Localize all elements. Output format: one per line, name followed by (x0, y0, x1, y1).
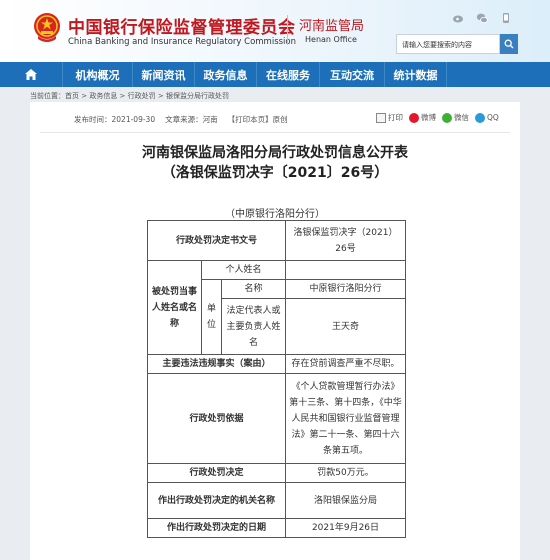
wechat-icon[interactable] (476, 12, 488, 24)
nav-item-statistics[interactable]: 统计数据 (384, 62, 446, 87)
share-qq[interactable]: QQ (475, 112, 499, 123)
search-input[interactable]: 请输入您要搜索的内容 (396, 34, 500, 54)
representative-label: 法定代表人或主要负责人姓名 (221, 298, 286, 355)
table-row: 作出行政处罚决定的机关名称 洛阳银保监分局 (147, 482, 406, 519)
article-meta: 发布时间：2021-09-30 文章来源：河南 【打印本页】原创 (74, 114, 288, 125)
header-utility-icons (452, 12, 512, 24)
table-row: 行政处罚决定 罚款50万元。 (147, 463, 406, 483)
article-source: 文章来源：河南 (165, 115, 218, 124)
national-emblem-icon[interactable] (32, 12, 62, 44)
table-row: 被处罚当事人姓名或名称 个人姓名 (147, 260, 406, 355)
unit-name-label: 名称 (221, 279, 286, 299)
individual-name-label: 个人姓名 (201, 260, 286, 280)
nav-item-about[interactable]: 机构概况 (62, 62, 132, 87)
basis-value: 《个人贷款管理暂行办法》第十三条、第十四条，《中华人民共和国银行业监督管理法》第… (285, 373, 406, 464)
meta-divider (40, 132, 510, 133)
violation-label: 主要违法违规事实（案由） (147, 354, 286, 374)
home-icon (25, 69, 37, 80)
nav-item-news[interactable]: 新闻资讯 (132, 62, 194, 87)
article-title: 河南银保监局洛阳分局行政处罚信息公开表 (142, 145, 408, 161)
date-value: 2021年9月26日 (285, 518, 406, 538)
breadcrumb[interactable]: 当前位置：首页 > 政务信息 > 行政处罚 > 银保监分局行政处罚 (30, 91, 229, 101)
nav-spacer (446, 62, 550, 87)
article-card: 发布时间：2021-09-30 文章来源：河南 【打印本页】原创 打印 微博 微… (30, 102, 520, 560)
site-title-cn[interactable]: 中国银行保险监督管理委员会 (68, 13, 296, 38)
party-label: 被处罚当事人姓名或名称 (147, 260, 202, 355)
doc-number-value: 洛银保监罚决字（2021）26号 (285, 220, 406, 261)
penalty-info-table: 行政处罚决定书文号 洛银保监罚决字（2021）26号 被处罚当事人姓名或名称 个… (147, 220, 406, 538)
article-subtitle: （洛银保监罚决字〔2021〕26号） (161, 165, 389, 181)
unit-label: 单位 (201, 279, 222, 355)
site-title-en: China Banking and Insurance Regulatory C… (68, 37, 297, 47)
decision-label: 行政处罚决定 (147, 463, 286, 483)
search-button[interactable] (500, 34, 518, 54)
office-name-cn[interactable]: 河南监管局 (299, 15, 364, 34)
site-header: 中国银行保险监督管理委员会 China Banking and Insuranc… (0, 0, 550, 62)
unit-name-value: 中原银行洛阳分行 (285, 279, 406, 299)
qq-icon (475, 112, 485, 123)
individual-name-value (285, 260, 406, 280)
weibo-icon (409, 113, 419, 123)
share-wechat[interactable]: 微信 (442, 112, 469, 123)
nav-item-interaction[interactable]: 互动交流 (319, 62, 384, 87)
authority-label: 作出行政处罚决定的机关名称 (147, 482, 286, 519)
print-icon (376, 113, 386, 123)
representative-value: 王天奇 (285, 298, 406, 355)
decision-value: 罚款50万元。 (285, 463, 406, 483)
share-weibo[interactable]: 微博 (409, 112, 436, 123)
search-icon (504, 39, 514, 49)
weibo-icon[interactable] (452, 12, 464, 24)
table-row: 作出行政处罚决定的日期 2021年9月26日 (147, 518, 406, 538)
office-name-en: Henan Office (305, 35, 357, 44)
header-divider (287, 15, 288, 45)
authority-value: 洛阳银保监分局 (285, 482, 406, 519)
share-bar: 打印 微博 微信 QQ (376, 112, 499, 123)
print-link[interactable]: 打印 (376, 112, 403, 123)
mobile-icon[interactable] (500, 12, 512, 24)
publish-time: 发布时间：2021-09-30 (74, 115, 156, 124)
table-row: 行政处罚依据 《个人贷款管理暂行办法》第十三条、第十四条，《中华人民共和国银行业… (147, 373, 406, 464)
table-row: 主要违法违规事实（案由） 存在贷前调查严重不尽职。 (147, 354, 406, 374)
penalized-subject: （中原银行洛阳分行） (225, 209, 325, 220)
main-nav: 机构概况 新闻资讯 政务信息 在线服务 互动交流 统计数据 (0, 62, 550, 87)
date-label: 作出行政处罚决定的日期 (147, 518, 286, 538)
nav-item-online-service[interactable]: 在线服务 (256, 62, 319, 87)
wechat-icon (442, 113, 452, 123)
violation-value: 存在贷前调查严重不尽职。 (285, 354, 406, 374)
basis-label: 行政处罚依据 (147, 373, 286, 464)
nav-home[interactable] (0, 62, 62, 87)
nav-item-government-info[interactable]: 政务信息 (194, 62, 256, 87)
table-row: 行政处罚决定书文号 洛银保监罚决字（2021）26号 (147, 220, 406, 261)
doc-number-label: 行政处罚决定书文号 (147, 220, 286, 261)
article-category: 【打印本页】原创 (227, 115, 288, 124)
